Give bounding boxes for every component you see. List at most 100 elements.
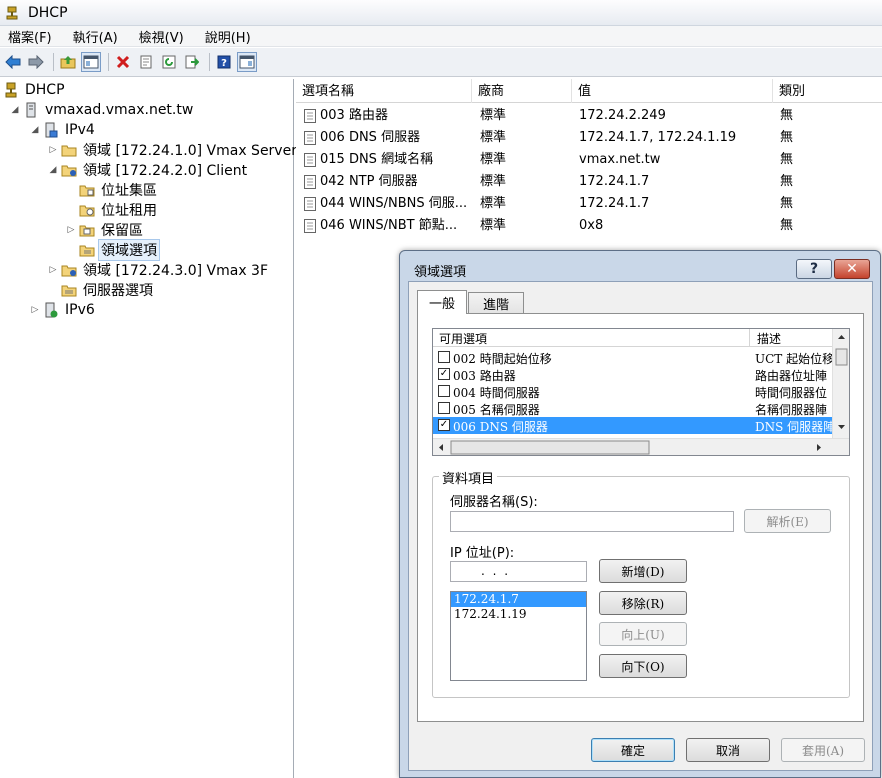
- cell-class: 無: [780, 152, 794, 167]
- horizontal-scrollbar[interactable]: [433, 438, 849, 455]
- option-checkbox[interactable]: ✓: [438, 419, 450, 431]
- menu-bar: 檔案(F) 執行(A) 檢視(V) 說明(H): [0, 26, 882, 47]
- server-name-field[interactable]: [450, 511, 734, 532]
- menu-help[interactable]: 說明(H): [203, 27, 253, 46]
- tree-item-dhcp[interactable]: DHCP: [2, 80, 67, 100]
- list-item[interactable]: 172.24.1.19: [451, 607, 586, 622]
- close-button[interactable]: ✕: [834, 259, 870, 279]
- option-checkbox[interactable]: ✓: [438, 368, 450, 380]
- option-checkbox[interactable]: [438, 351, 450, 363]
- show-action-pane-icon[interactable]: [237, 52, 257, 72]
- table-row[interactable]: 044 WINS/NBNS 伺服... 標準 172.24.1.7 無: [296, 193, 882, 215]
- delete-icon[interactable]: [113, 52, 133, 72]
- column-header-available-options[interactable]: 可用選項: [439, 330, 487, 347]
- option-row-004[interactable]: 004 時間伺服器 時間伺服器位: [433, 383, 833, 400]
- table-row[interactable]: 042 NTP 伺服器 標準 172.24.1.7 無: [296, 171, 882, 193]
- option-icon: [304, 219, 316, 233]
- expand-arrow-icon[interactable]: ▷: [28, 305, 42, 315]
- tree-item-scope-3[interactable]: ▷ 領域 [172.24.3.0] Vmax 3F: [46, 260, 270, 280]
- refresh-icon[interactable]: [159, 52, 179, 72]
- menu-action[interactable]: 執行(A): [71, 27, 120, 46]
- tree-item-server[interactable]: ◢ vmaxad.vmax.net.tw: [8, 100, 195, 120]
- option-icon: [304, 131, 316, 145]
- option-row-003[interactable]: ✓ 003 路由器 路由器位址陣: [433, 366, 833, 383]
- toolbar: ?: [0, 48, 882, 77]
- tree-item-scope-options[interactable]: 領域選項: [64, 239, 160, 261]
- address-pool-icon: [78, 182, 96, 198]
- collapse-arrow-icon[interactable]: ◢: [46, 165, 60, 175]
- collapse-arrow-icon[interactable]: ◢: [8, 105, 22, 115]
- move-up-button[interactable]: 向上(U): [599, 622, 687, 646]
- group-title: 資料項目: [439, 468, 498, 487]
- menu-file[interactable]: 檔案(F): [6, 27, 54, 46]
- tab-general[interactable]: 一般: [417, 290, 467, 314]
- table-row[interactable]: 003 路由器 標準 172.24.2.249 無: [296, 105, 882, 127]
- move-down-button[interactable]: 向下(O): [599, 654, 687, 678]
- help-button[interactable]: ?: [796, 259, 832, 279]
- apply-button[interactable]: 套用(A): [781, 738, 865, 762]
- option-checkbox[interactable]: [438, 402, 450, 414]
- option-name: 004 時間伺服器: [453, 386, 540, 400]
- cell-option-name: 042 NTP 伺服器: [320, 174, 418, 189]
- title-bar: DHCP: [0, 0, 882, 26]
- column-header-vendor[interactable]: 廠商: [472, 79, 572, 103]
- properties-icon[interactable]: [136, 52, 156, 72]
- cell-vendor: 標準: [480, 218, 507, 233]
- server-icon: [22, 102, 40, 118]
- toolbar-separator: [53, 53, 54, 71]
- cancel-button[interactable]: 取消: [686, 738, 770, 762]
- export-icon[interactable]: [182, 52, 202, 72]
- add-button[interactable]: 新增(D): [599, 559, 687, 583]
- vertical-scrollbar[interactable]: [832, 329, 849, 439]
- ok-button[interactable]: 確定: [591, 738, 675, 762]
- tree-label: 伺服器選項: [83, 283, 153, 299]
- column-header-option-name[interactable]: 選項名稱: [296, 79, 472, 103]
- resolve-button[interactable]: 解析(E): [744, 509, 831, 533]
- option-row-006[interactable]: ✓ 006 DNS 伺服器 DNS 伺服器陣: [433, 417, 833, 434]
- tree-label: IPv4: [65, 122, 95, 138]
- up-folder-icon[interactable]: [58, 52, 78, 72]
- cell-value: 172.24.1.7: [579, 174, 650, 189]
- cell-value: vmax.net.tw: [579, 152, 661, 167]
- available-options-list[interactable]: 可用選項 描述 002 時間起始位移 UCT 起始位移 ✓ 003 路由器 路由…: [432, 328, 850, 456]
- tree-item-ipv4[interactable]: ◢ IPv4: [28, 120, 97, 140]
- tree-item-server-options[interactable]: 伺服器選項: [46, 280, 155, 300]
- dialog-body: 一般 進階 可用選項 描述 002 時間起始位移 UCT 起始位移 ✓ 003 …: [408, 281, 873, 771]
- column-header-value[interactable]: 值: [572, 79, 773, 103]
- option-row-005[interactable]: 005 名稱伺服器 名稱伺服器陣: [433, 400, 833, 417]
- remove-button[interactable]: 移除(R): [599, 591, 687, 615]
- table-row[interactable]: 006 DNS 伺服器 標準 172.24.1.7, 172.24.1.19 無: [296, 127, 882, 149]
- table-row[interactable]: 015 DNS 網域名稱 標準 vmax.net.tw 無: [296, 149, 882, 171]
- option-checkbox[interactable]: [438, 385, 450, 397]
- column-header-description[interactable]: 描述: [757, 330, 781, 347]
- column-header-class[interactable]: 類別: [773, 79, 882, 103]
- tree-item-scope-2[interactable]: ◢ 領域 [172.24.2.0] Client: [46, 160, 249, 180]
- option-row-002[interactable]: 002 時間起始位移 UCT 起始位移: [433, 349, 833, 366]
- expand-arrow-icon[interactable]: ▷: [46, 145, 60, 155]
- tree-item-address-pool[interactable]: 位址集區: [64, 180, 159, 200]
- table-row[interactable]: 046 WINS/NBT 節點... 標準 0x8 無: [296, 215, 882, 237]
- tree-item-reservations[interactable]: ▷ 保留區: [64, 220, 145, 240]
- forward-icon[interactable]: [26, 52, 46, 72]
- show-hide-tree-icon[interactable]: [81, 52, 101, 72]
- tree-item-scope-1[interactable]: ▷ 領域 [172.24.1.0] Vmax Server: [46, 140, 299, 160]
- tree-label: DHCP: [25, 82, 65, 98]
- expand-arrow-icon[interactable]: ▷: [46, 265, 60, 275]
- ipv6-icon: [42, 302, 60, 318]
- back-icon[interactable]: [3, 52, 23, 72]
- scrollbar-arrows-icon: [835, 335, 848, 429]
- tree-item-ipv6[interactable]: ▷ IPv6: [28, 300, 97, 320]
- help-icon[interactable]: ?: [214, 52, 234, 72]
- ip-address-field[interactable]: . . .: [450, 561, 587, 582]
- ip-address-list[interactable]: 172.24.1.7 172.24.1.19: [450, 591, 587, 681]
- collapse-arrow-icon[interactable]: ◢: [28, 125, 42, 135]
- menu-view[interactable]: 檢視(V): [137, 27, 186, 46]
- cell-vendor: 標準: [480, 152, 507, 167]
- scope-options-icon: [78, 242, 96, 258]
- list-item[interactable]: 172.24.1.7: [451, 592, 586, 607]
- tab-advanced[interactable]: 進階: [468, 292, 524, 314]
- option-icon: [304, 153, 316, 167]
- tree-item-address-lease[interactable]: 位址租用: [64, 200, 159, 220]
- expand-arrow-icon[interactable]: ▷: [64, 225, 78, 235]
- cell-vendor: 標準: [480, 174, 507, 189]
